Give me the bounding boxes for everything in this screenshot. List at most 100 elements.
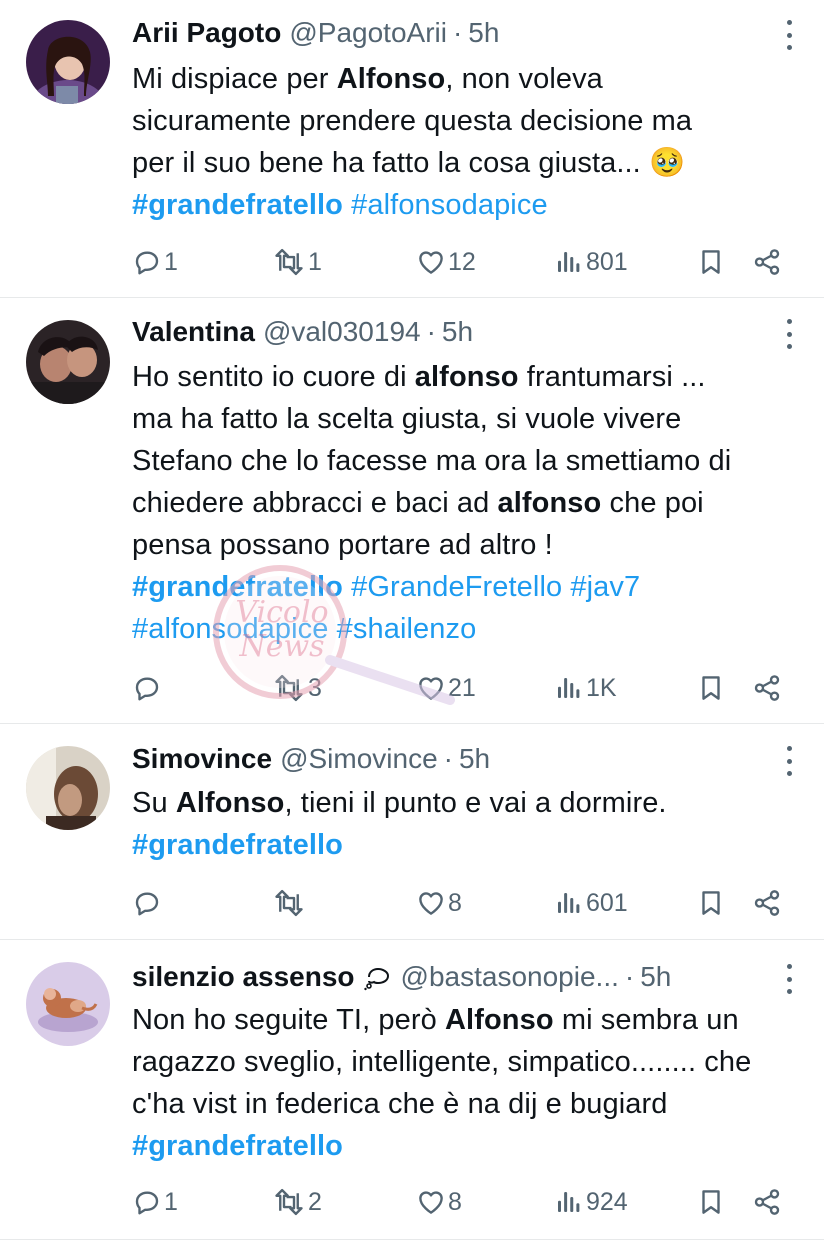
text-segment: Stefano che lo facesse ma ora la smettia… [132, 445, 732, 477]
bold-mention: Alfonso [175, 787, 285, 819]
views-button[interactable]: 601 [554, 883, 628, 923]
share-button[interactable] [752, 668, 782, 708]
tweet-card[interactable]: Arii Pagoto @PagotoArii · 5h Mi dispiace per… [0, 0, 824, 298]
views-count: 924 [586, 1187, 628, 1216]
tweet-card[interactable]: Simovince @Simovince · 5h Su Alfonso, tieni … [0, 724, 824, 940]
hashtag-link[interactable]: #alfonsodapice [132, 613, 329, 645]
hashtag-link[interactable]: #shailenzo [337, 613, 477, 645]
timestamp[interactable]: 5h [640, 960, 671, 994]
display-name[interactable]: silenzio assenso [132, 960, 355, 994]
timestamp[interactable]: 5h [459, 742, 490, 776]
user-handle[interactable]: @bastasonopie... [401, 960, 619, 994]
bookmark-button[interactable] [696, 1182, 726, 1222]
share-button[interactable] [752, 883, 782, 923]
hashtag-link[interactable]: #grandefratello [132, 1130, 343, 1162]
bookmark-button[interactable] [696, 883, 726, 923]
user-handle[interactable]: @PagotoArii [289, 16, 447, 50]
reply-count: 1 [164, 247, 178, 276]
timestamp[interactable]: 5h [442, 315, 473, 349]
tweet-text-line: pensa possano portare ad altro ! [132, 524, 794, 566]
text-segment: , non voleva [445, 63, 603, 95]
like-button[interactable]: 8 [416, 1182, 462, 1222]
repost-button[interactable]: 2 [272, 1182, 322, 1222]
repost-button[interactable]: 3 [272, 668, 322, 708]
tweet-actions: 3 21 1K [132, 668, 784, 708]
bookmark-button[interactable] [696, 242, 726, 282]
share-button[interactable] [752, 1182, 782, 1222]
tweet-header: Valentina @val030194 · 5h [132, 315, 764, 349]
share-button[interactable] [752, 242, 782, 282]
like-button[interactable]: 12 [416, 242, 476, 282]
reply-button[interactable] [132, 668, 164, 708]
like-count: 8 [448, 888, 462, 917]
tweet-text-line: Stefano che lo facesse ma ora la smettia… [132, 440, 794, 482]
tweet-actions: 8 601 [132, 883, 784, 923]
views-count: 801 [586, 247, 628, 276]
text-segment: per il suo bene ha fatto la cosa giusta.… [132, 147, 649, 179]
tweet-text-line: ragazzo sveglio, intelligente, simpatico… [132, 1041, 794, 1083]
views-button[interactable]: 924 [554, 1182, 628, 1222]
like-button[interactable]: 21 [416, 668, 476, 708]
display-name[interactable]: Simovince [132, 742, 272, 776]
repost-button[interactable]: 1 [272, 242, 322, 282]
avatar[interactable] [26, 320, 110, 404]
tweet-actions: 1 1 12 801 [132, 242, 784, 282]
tweet-text-line: ma ha fatto la scelta giusta, si vuole v… [132, 398, 794, 440]
share-icon [752, 888, 782, 918]
bookmark-icon [696, 1187, 726, 1217]
views-button[interactable]: 801 [554, 242, 628, 282]
reply-button[interactable]: 1 [132, 1182, 178, 1222]
more-options-icon[interactable] [786, 964, 792, 994]
more-options-icon[interactable] [786, 20, 792, 50]
text-segment: Su [132, 787, 176, 819]
bold-mention: alfonso [414, 361, 519, 393]
bold-mention: Alfonso [445, 1004, 554, 1036]
display-name[interactable]: Valentina [132, 315, 255, 349]
bold-mention: alfonso [497, 487, 602, 519]
share-icon [752, 1187, 782, 1217]
views-button[interactable]: 1K [554, 668, 617, 708]
bold-mention: Alfonso [336, 63, 446, 95]
avatar[interactable] [26, 746, 110, 830]
tweet-text-line: Su Alfonso, tieni il punto e vai a dormi… [132, 782, 794, 824]
separator-dot: · [443, 743, 453, 774]
text-segment: 🥹 [648, 147, 686, 179]
tweet-text-line: #grandefratello #GrandeFretello #jav7 [132, 566, 794, 608]
reply-count: 1 [164, 1187, 178, 1216]
text-segment: che poi [601, 487, 704, 519]
timestamp[interactable]: 5h [468, 16, 499, 50]
like-button[interactable]: 8 [416, 883, 462, 923]
repost-icon [272, 247, 306, 277]
separator-dot: · [452, 17, 463, 48]
tweet-card[interactable]: Valentina @val030194 · 5h Ho sentito io cuor… [0, 298, 824, 724]
heart-icon [416, 1187, 446, 1217]
hashtag-link[interactable]: #grandefratello [132, 189, 343, 221]
avatar[interactable] [26, 20, 110, 104]
hashtag-link[interactable]: #grandefratello [132, 571, 343, 603]
reply-button[interactable]: 1 [132, 242, 178, 282]
tweet-header: Arii Pagoto @PagotoArii · 5h [132, 16, 764, 50]
reply-button[interactable] [132, 883, 164, 923]
share-icon [752, 247, 782, 277]
hashtag-link[interactable]: #alfonsodapice [351, 189, 548, 221]
heart-icon [416, 888, 446, 918]
hashtag-link[interactable]: #jav7 [570, 571, 640, 603]
bookmark-button[interactable] [696, 668, 726, 708]
more-options-icon[interactable] [786, 746, 792, 776]
text-segment [329, 613, 337, 645]
views-count: 1K [586, 673, 617, 702]
tweet-header: Simovince @Simovince · 5h [132, 742, 764, 776]
hashtag-link[interactable]: #GrandeFretello [351, 571, 562, 603]
user-handle[interactable]: @Simovince [280, 742, 438, 776]
display-name[interactable]: Arii Pagoto [132, 16, 281, 50]
text-segment: Ho sentito io cuore di [132, 361, 415, 393]
repost-button[interactable] [272, 883, 308, 923]
more-options-icon[interactable] [786, 319, 792, 349]
heart-icon [416, 247, 446, 277]
text-segment [343, 571, 351, 603]
user-handle[interactable]: @val030194 [263, 315, 421, 349]
reply-icon [132, 888, 162, 918]
hashtag-link[interactable]: #grandefratello [132, 829, 343, 861]
tweet-card[interactable]: silenzio assenso @bastasonopie... · 5h Non h… [0, 940, 824, 1240]
avatar[interactable] [26, 962, 110, 1046]
